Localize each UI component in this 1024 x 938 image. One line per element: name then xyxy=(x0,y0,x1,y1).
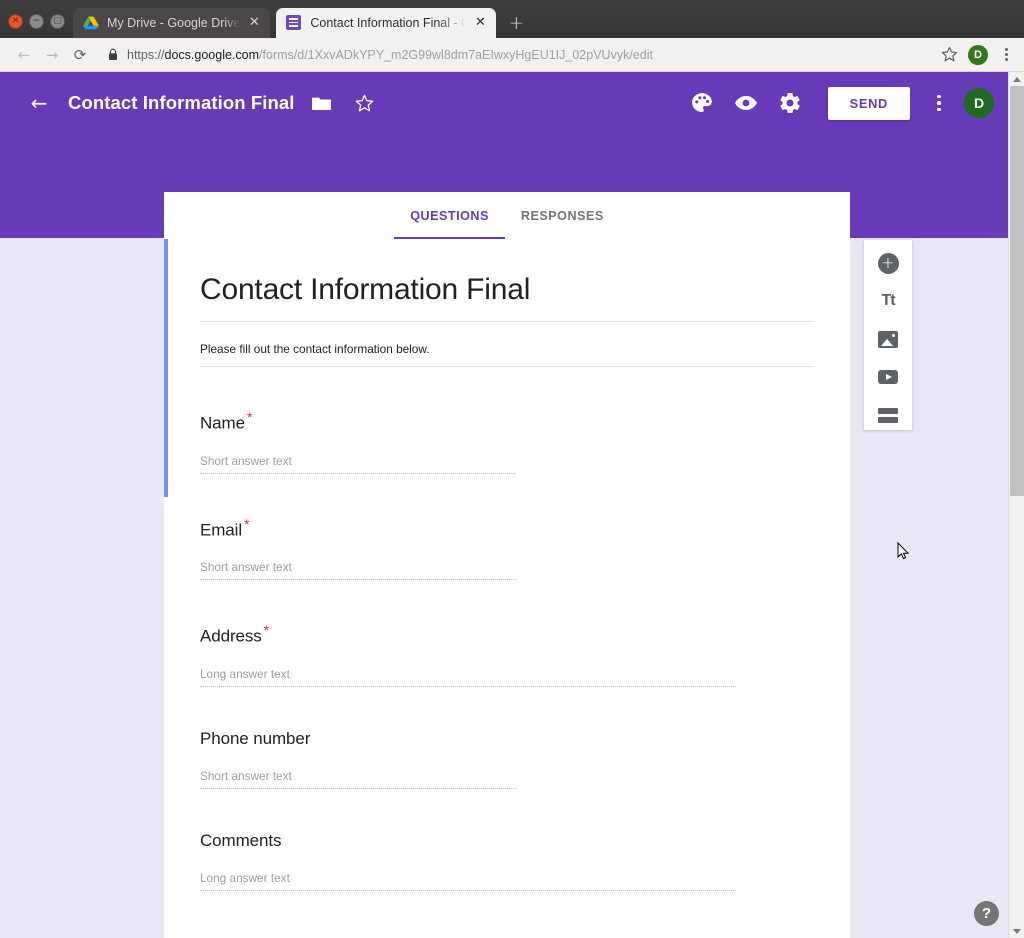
question-item-comments[interactable]: Comments Long answer text xyxy=(200,789,814,891)
secure-lock-icon xyxy=(108,48,118,61)
address-bar[interactable]: https://docs.google.com/forms/d/1XxvADkY… xyxy=(94,42,933,68)
star-icon[interactable] xyxy=(355,94,374,113)
google-forms-icon xyxy=(286,15,302,31)
browser-tab-google-drive[interactable]: My Drive - Google Drive ✕ xyxy=(73,8,271,38)
tab-title: My Drive - Google Drive xyxy=(107,16,241,30)
scrollbar-thumb[interactable] xyxy=(1010,86,1024,496)
answer-placeholder: Long answer text xyxy=(200,871,736,891)
browser-tab-contact-information-final[interactable]: Contact Information Final - Goog ✕ xyxy=(276,8,497,38)
answer-placeholder: Long answer text xyxy=(200,667,736,687)
answer-placeholder: Short answer text xyxy=(200,560,516,581)
question-title: Email xyxy=(200,520,243,540)
add-image-button[interactable] xyxy=(869,324,907,354)
back-button[interactable]: ← xyxy=(10,41,38,69)
page-title[interactable]: Contact Information Final xyxy=(68,92,295,114)
form-editor-card: Contact Information Final Please fill ou… xyxy=(164,239,850,938)
add-section-button[interactable] xyxy=(869,400,907,430)
add-title-description-button[interactable]: Tt xyxy=(869,286,907,316)
form-description[interactable]: Please fill out the contact information … xyxy=(200,322,814,367)
required-marker: * xyxy=(263,622,270,639)
chevron-up-icon xyxy=(1013,76,1021,82)
back-arrow-icon: ← xyxy=(30,91,48,115)
window-minimize-button[interactable]: − xyxy=(29,14,44,29)
selected-item-accent-bar xyxy=(164,239,168,497)
palette-icon[interactable] xyxy=(690,91,714,115)
question-item-address[interactable]: Address * Long answer text xyxy=(200,580,814,687)
bookmark-star-icon[interactable] xyxy=(941,46,958,63)
question-title: Phone number xyxy=(200,728,311,748)
window-controls: ✕ − □ xyxy=(0,14,73,38)
question-label: Name * xyxy=(200,409,814,434)
scroll-down-button[interactable] xyxy=(1009,924,1024,938)
tab-responses[interactable]: RESPONSES xyxy=(505,192,620,239)
page-scrollbar[interactable] xyxy=(1008,72,1024,938)
more-vert-icon[interactable] xyxy=(930,94,948,112)
help-button[interactable]: ? xyxy=(974,901,999,926)
tab-questions-label: QUESTIONS xyxy=(410,208,489,223)
reload-icon: ⟳ xyxy=(73,45,87,64)
required-marker: * xyxy=(246,409,253,425)
scroll-up-button[interactable] xyxy=(1009,72,1024,86)
folder-icon[interactable] xyxy=(311,96,331,111)
question-title: Name xyxy=(200,413,245,433)
add-item-toolbar: + Tt xyxy=(864,240,912,430)
browser-window: ✕ − □ My Drive - Google Drive ✕ Contact … xyxy=(0,0,1024,938)
required-marker: * xyxy=(244,515,250,532)
tab-close-icon[interactable]: ✕ xyxy=(472,15,488,31)
question-label: Email * xyxy=(200,516,814,541)
question-title: Address xyxy=(200,626,262,646)
url-text: https://docs.google.com/forms/d/1XxvADkY… xyxy=(127,48,653,62)
eye-icon[interactable] xyxy=(734,91,758,115)
window-maximize-button[interactable]: □ xyxy=(50,14,65,29)
title-text-icon: Tt xyxy=(881,292,895,309)
gear-icon[interactable] xyxy=(778,91,802,115)
mouse-cursor xyxy=(897,542,909,560)
url-path: /forms/d/1XxvADkYPY_m2G99wl8dm7aEIwxyHgE… xyxy=(259,47,653,62)
tab-responses-label: RESPONSES xyxy=(520,208,604,223)
window-close-button[interactable]: ✕ xyxy=(8,14,23,29)
question-item-email[interactable]: Email * Short answer text xyxy=(200,474,814,581)
maximize-icon: □ xyxy=(53,16,62,26)
question-item-phone-number[interactable]: Phone number Short answer text xyxy=(200,687,814,789)
close-icon: ✕ xyxy=(11,16,20,26)
back-arrow-icon: ← xyxy=(17,45,31,64)
video-icon xyxy=(878,370,898,384)
image-icon xyxy=(878,330,898,348)
question-item-name[interactable]: Name * Short answer text xyxy=(200,367,814,474)
back-to-drive-button[interactable]: ← xyxy=(26,90,52,116)
omnibox-actions: D xyxy=(933,44,1014,65)
tab-title: Contact Information Final - Goog xyxy=(310,16,467,30)
account-avatar[interactable]: D xyxy=(964,88,994,118)
plus-circle-icon: + xyxy=(877,252,899,274)
add-video-button[interactable] xyxy=(869,362,907,392)
url-scheme: https:// xyxy=(127,47,165,62)
forward-arrow-icon: → xyxy=(45,45,59,64)
page-viewport: ← Contact Information Final SEND D QUEST… xyxy=(0,72,1024,938)
browser-toolbar: ← → ⟳ https://docs.google.com/forms/d/1X… xyxy=(0,38,1024,72)
new-tab-button[interactable]: + xyxy=(502,9,530,37)
form-title[interactable]: Contact Information Final xyxy=(200,273,814,322)
question-label: Address * xyxy=(200,622,814,647)
question-label: Phone number xyxy=(200,729,814,749)
send-button[interactable]: SEND xyxy=(827,86,910,120)
chrome-menu-icon[interactable] xyxy=(998,47,1014,62)
form-tabs: QUESTIONS RESPONSES xyxy=(164,192,850,239)
forward-button[interactable]: → xyxy=(38,41,66,69)
answer-placeholder: Short answer text xyxy=(200,769,516,789)
chevron-down-icon xyxy=(1013,928,1021,934)
question-title: Comments xyxy=(200,830,282,850)
tab-close-icon[interactable]: ✕ xyxy=(246,15,262,31)
answer-placeholder: Short answer text xyxy=(200,454,516,474)
minimize-icon: − xyxy=(32,16,41,26)
tab-questions[interactable]: QUESTIONS xyxy=(394,192,505,239)
chrome-profile-avatar[interactable]: D xyxy=(968,44,988,65)
reload-button[interactable]: ⟳ xyxy=(66,41,94,69)
section-icon xyxy=(878,407,898,423)
question-label: Comments xyxy=(200,831,814,851)
url-host: docs.google.com xyxy=(164,47,260,62)
google-drive-icon xyxy=(83,15,99,31)
browser-tabstrip: ✕ − □ My Drive - Google Drive ✕ Contact … xyxy=(0,0,1024,38)
add-question-button[interactable]: + xyxy=(869,248,907,278)
